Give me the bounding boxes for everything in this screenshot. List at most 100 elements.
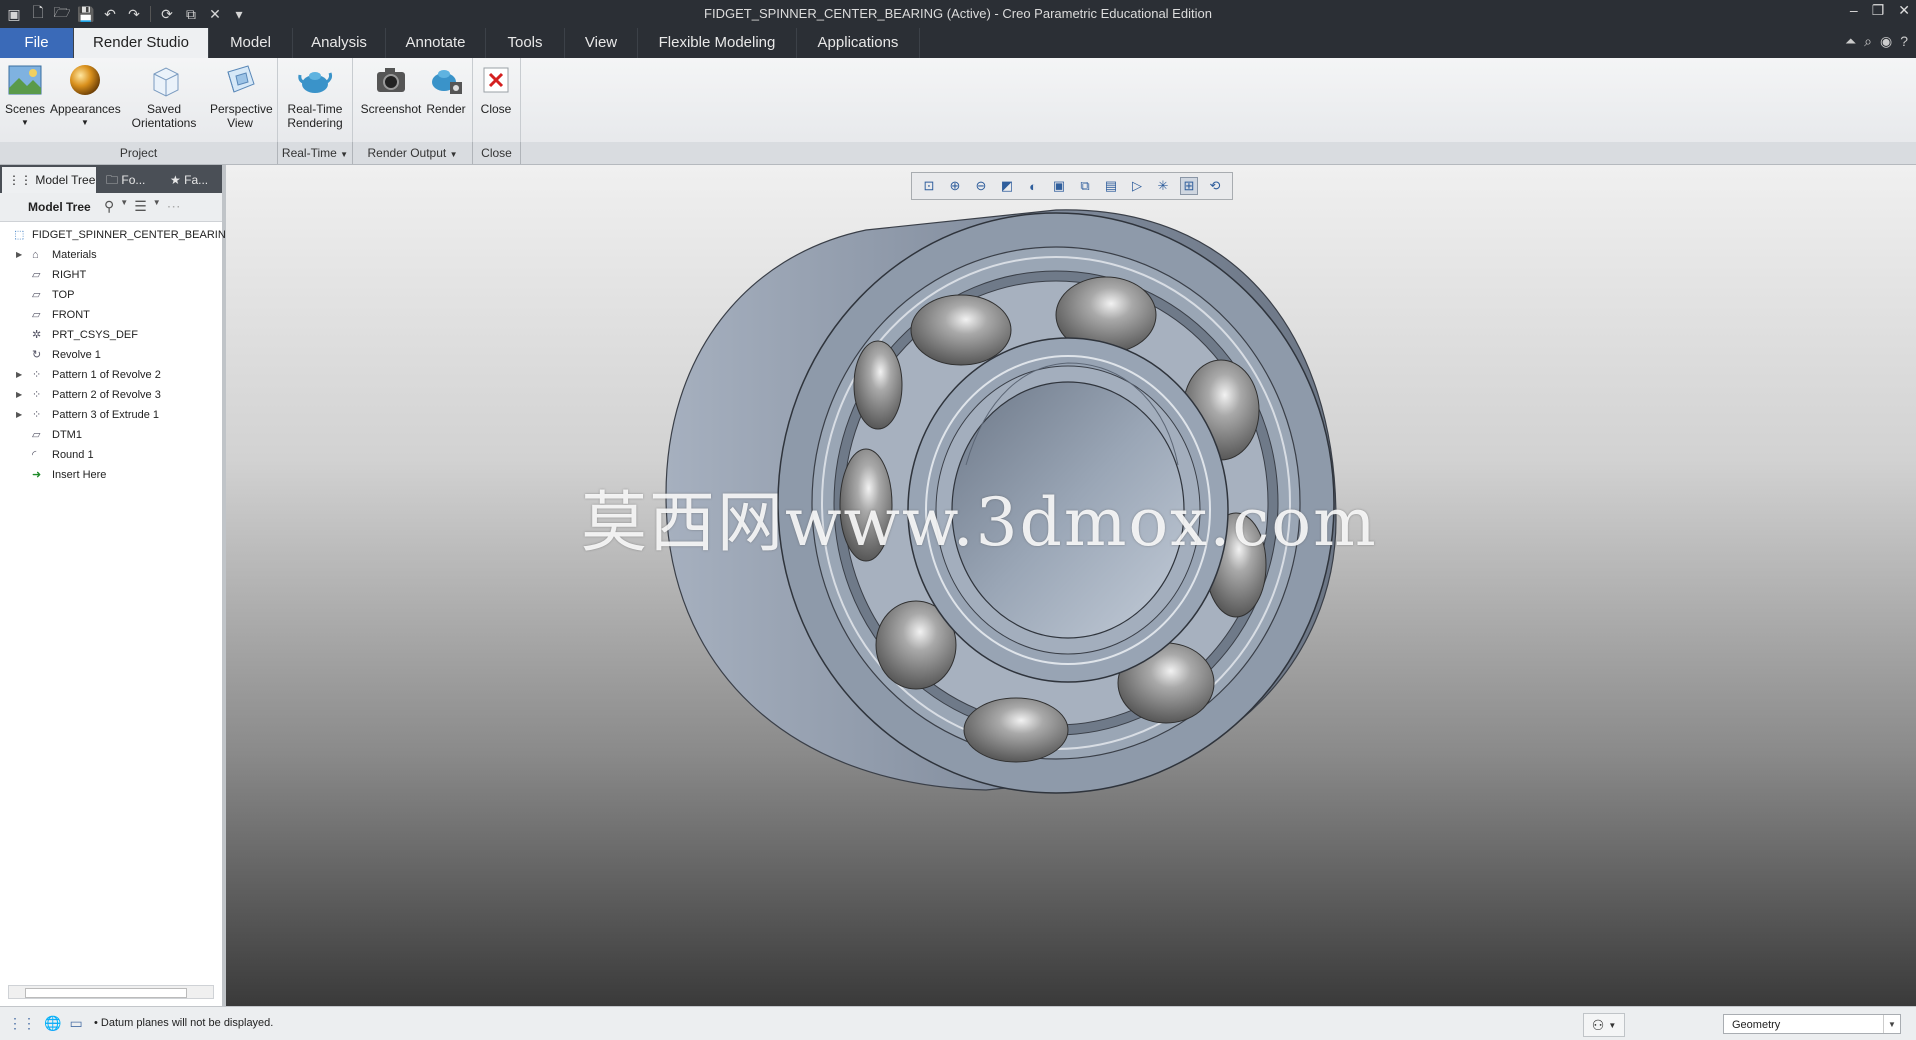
tree-filter-icon[interactable]: ⚲ <box>104 198 114 215</box>
tree-item[interactable]: ▶ ⌂ Materials <box>0 245 216 265</box>
navigator-panel: ⋮⋮ Model Tree 🗀 Fo... ★ Fa... Model Tree… <box>0 165 237 1006</box>
group-render-output[interactable]: Render Output ▼ <box>353 142 473 164</box>
tree-item[interactable]: ↻ Revolve 1 <box>0 345 216 365</box>
tree-item[interactable]: ◜ Round 1 <box>0 445 216 465</box>
bearing-model[interactable] <box>226 165 1916 1006</box>
part-icon: ⬚ <box>14 229 25 241</box>
group-close: Close <box>473 142 521 164</box>
dropdown-arrow-icon[interactable]: ▼ <box>120 198 128 215</box>
tree-item-label: Materials <box>52 249 97 261</box>
dropdown-arrow-icon: ▼ <box>1608 1020 1617 1030</box>
watermark-text: 莫西网www.3dmox.com <box>581 484 1378 561</box>
perspective-view-label: Perspective View <box>210 102 273 130</box>
screenshot-button[interactable]: Screenshot <box>356 62 426 116</box>
datum-plane-icon: ▱ <box>32 429 41 441</box>
find-button[interactable]: ⚇ ▼ <box>1583 1013 1625 1037</box>
insert-arrow-icon: ➜ <box>32 469 42 481</box>
scenes-button[interactable]: Scenes ▼ <box>4 62 46 130</box>
community-icon[interactable]: ◉ <box>1880 33 1892 50</box>
tab-render-studio[interactable]: Render Studio <box>74 28 209 58</box>
tab-model-tree[interactable]: ⋮⋮ Model Tree <box>2 167 96 193</box>
status-bar: ⋮⋮ 🌐 ▭ • Datum planes will not be displa… <box>0 1006 1916 1040</box>
selection-filter[interactable]: Geometry ▼ <box>1723 1014 1901 1034</box>
render-button[interactable]: Render <box>424 62 468 116</box>
tree-item[interactable]: ✲ PRT_CSYS_DEF <box>0 325 216 345</box>
tree-settings-icon[interactable]: ☰ <box>134 198 147 215</box>
real-time-rendering-button[interactable]: Real-Time Rendering <box>281 62 349 130</box>
tab-file[interactable]: File <box>0 28 74 58</box>
dropdown-arrow-icon[interactable]: ▼ <box>153 198 161 215</box>
perspective-view-button[interactable]: Perspective View <box>206 62 274 130</box>
appearances-label: Appearances <box>50 102 121 116</box>
camera-icon <box>373 62 409 98</box>
navigator-toggle-icon[interactable]: ⋮⋮ <box>8 1015 36 1032</box>
tab-analysis[interactable]: Analysis <box>293 28 386 58</box>
tree-item[interactable]: ▱ FRONT <box>0 305 216 325</box>
tree-item-label: Revolve 1 <box>52 349 101 361</box>
browser-toggle-icon[interactable]: 🌐 <box>44 1015 61 1032</box>
minimize-icon[interactable]: – <box>1850 2 1858 19</box>
group-bar-fill <box>521 142 1916 164</box>
tree-item[interactable]: ▱ TOP <box>0 285 216 305</box>
tree-item-label: Pattern 1 of Revolve 2 <box>52 369 161 381</box>
binoculars-icon: ⚇ <box>1591 1016 1605 1033</box>
tab-annotate[interactable]: Annotate <box>386 28 486 58</box>
tab-favorites[interactable]: ★ Fa... <box>164 167 220 193</box>
group-separator <box>472 58 473 142</box>
group-project: Project <box>0 142 278 164</box>
screenshot-label: Screenshot <box>360 102 422 116</box>
collapse-ribbon-icon[interactable]: ⏶ <box>1845 33 1856 50</box>
tree-columns-icon[interactable]: ⋯ <box>167 198 181 215</box>
graphics-viewport[interactable]: ⊡ ⊕ ⊖ ◩ ◐ ▣ ⧉ ▤ ▷ ✳ ⊞ ⟲ 莫西网www.3dmox.com <box>226 165 1916 1006</box>
status-message-text: Datum planes will not be displayed. <box>100 1017 274 1029</box>
group-separator <box>277 58 278 142</box>
expand-arrow-icon[interactable]: ▶ <box>16 365 22 385</box>
tab-view[interactable]: View <box>565 28 638 58</box>
tab-applications[interactable]: Applications <box>797 28 920 58</box>
dropdown-arrow-icon: ▼ <box>449 150 458 159</box>
close-label: Close <box>480 102 512 116</box>
dropdown-arrow-icon: ▼ <box>1883 1015 1900 1033</box>
dropdown-arrow-icon: ▼ <box>21 118 29 127</box>
tab-folder-browser[interactable]: 🗀 Fo... <box>100 167 160 193</box>
window-close-icon[interactable]: ✕ <box>1898 2 1910 19</box>
tree-item-label: Round 1 <box>52 449 94 461</box>
horizontal-scrollbar[interactable] <box>8 985 214 999</box>
restore-icon[interactable]: ❐ <box>1872 2 1885 19</box>
fullscreen-icon[interactable]: ▭ <box>69 1015 82 1032</box>
tree-item-label: TOP <box>52 289 75 301</box>
window-title: FIDGET_SPINNER_CENTER_BEARING (Active) -… <box>704 6 1212 21</box>
search-icon[interactable]: ⌕ <box>1864 33 1872 50</box>
tree-item[interactable]: ▱ DTM1 <box>0 425 216 445</box>
tree-item[interactable]: ▶ ⁘ Pattern 2 of Revolve 3 <box>0 385 216 405</box>
tree-item[interactable]: ▶ ⁘ Pattern 3 of Extrude 1 <box>0 405 216 425</box>
expand-arrow-icon[interactable]: ▶ <box>16 245 22 265</box>
render-icon <box>428 62 464 98</box>
tree-item-label: PRT_CSYS_DEF <box>52 329 138 341</box>
close-icon <box>478 62 514 98</box>
group-real-time[interactable]: Real-Time ▼ <box>278 142 353 164</box>
appearances-button[interactable]: Appearances ▼ <box>50 62 121 130</box>
pattern-icon: ⁘ <box>32 409 42 421</box>
tree-root-item[interactable]: ⬚ FIDGET_SPINNER_CENTER_BEARING. <box>0 225 237 245</box>
tab-model[interactable]: Model <box>209 28 293 58</box>
tree-item[interactable]: ➜ Insert Here <box>0 465 216 485</box>
model-tree-toolbar: Model Tree ⚲ ▼ ☰ ▼ ⋯ <box>0 193 222 222</box>
scrollbar-thumb[interactable] <box>25 988 187 998</box>
perspective-view-icon <box>222 62 258 98</box>
navigator-tabs: ⋮⋮ Model Tree 🗀 Fo... ★ Fa... <box>0 165 222 193</box>
model-tree-tab-label: Model Tree <box>35 173 96 187</box>
tree-item[interactable]: ▱ RIGHT <box>0 265 216 285</box>
tree-item-label: FIDGET_SPINNER_CENTER_BEARING. <box>32 229 238 241</box>
tab-tools[interactable]: Tools <box>486 28 565 58</box>
status-message: • Datum planes will not be displayed. <box>94 1017 274 1029</box>
close-render-studio-button[interactable]: Close <box>476 62 516 116</box>
dropdown-arrow-icon: ▼ <box>340 150 349 159</box>
help-icon[interactable]: ? <box>1900 33 1908 50</box>
expand-arrow-icon[interactable]: ▶ <box>16 405 22 425</box>
tab-flexible-modeling[interactable]: Flexible Modeling <box>638 28 797 58</box>
expand-arrow-icon[interactable]: ▶ <box>16 385 22 405</box>
group-render-output-label: Render Output <box>367 146 447 160</box>
saved-orientations-button[interactable]: Saved Orientations <box>124 62 204 130</box>
tree-item[interactable]: ▶ ⁘ Pattern 1 of Revolve 2 <box>0 365 216 385</box>
